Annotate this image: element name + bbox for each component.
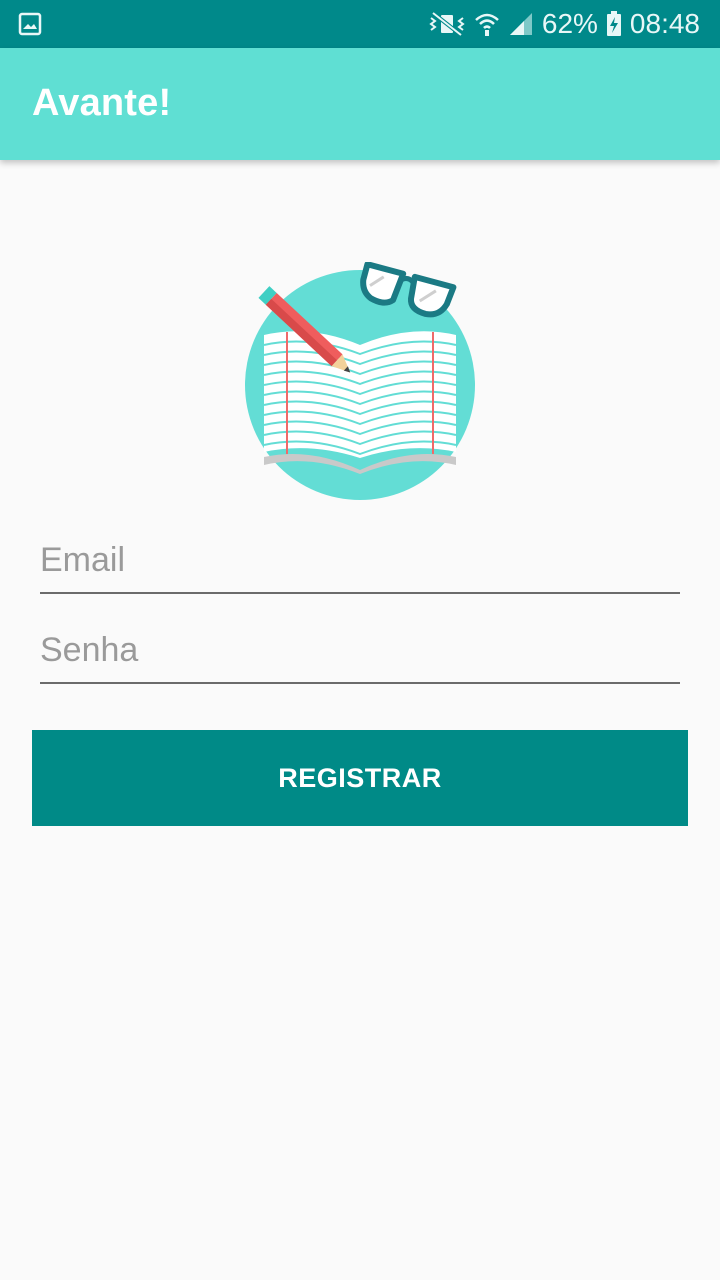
gallery-icon xyxy=(18,12,42,41)
app-bar: Avante! xyxy=(0,48,720,160)
mute-vibrate-icon xyxy=(428,11,466,37)
email-field[interactable] xyxy=(40,536,680,584)
register-button[interactable]: REGISTRAR xyxy=(32,730,688,826)
battery-charging-icon xyxy=(606,11,622,37)
open-book-with-pencil-and-glasses-icon xyxy=(240,261,480,504)
password-field-container xyxy=(40,618,680,684)
status-bar: 62% 08:48 xyxy=(0,0,720,48)
app-title: Avante! xyxy=(32,82,172,124)
password-field[interactable] xyxy=(40,626,680,674)
email-field-container xyxy=(40,528,680,594)
wifi-icon xyxy=(474,11,500,37)
clock: 08:48 xyxy=(629,8,700,39)
signal-icon xyxy=(508,11,534,37)
battery-text: 62% xyxy=(541,8,598,39)
